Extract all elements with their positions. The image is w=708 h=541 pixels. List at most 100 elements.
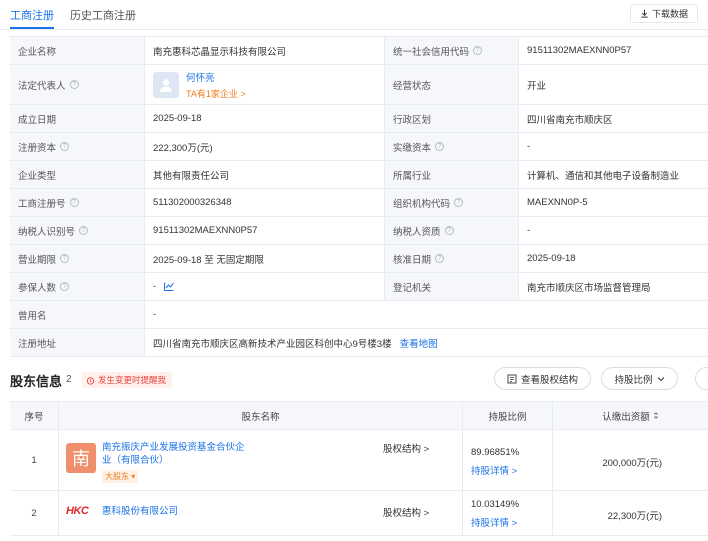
info-row: 曾用名 - (10, 301, 708, 329)
info-label: 纳税人资质? (384, 217, 518, 244)
table-row: 2 HKC 惠科股份有限公司 股权结构 > 10.03149% 持股详情 > 2… (10, 491, 708, 536)
business-info-table: 企业名称 南充惠科芯晶显示科技有限公司 统一社会信用代码? 91511302MA… (10, 36, 708, 357)
company-name-value: 南充惠科芯晶显示科技有限公司 (144, 37, 384, 64)
info-label-text: 法定代表人 (18, 80, 66, 92)
industry-value: 计算机、通信和其他电子设备制造业 (518, 161, 708, 188)
info-label: 行政区划 (384, 105, 518, 132)
info-row: 注册资本? 222,300万(元) 实缴资本? - (10, 133, 708, 161)
info-label-text: 纳税人资质 (393, 226, 441, 238)
taxpayer-id-value: 91511302MAEXNN0P57 (144, 217, 384, 244)
info-label: 实缴资本? (384, 133, 518, 160)
equity-structure-link[interactable]: 股权结构 > (383, 505, 429, 519)
major-shareholder-badge[interactable]: 大股东 ▾ (102, 470, 139, 483)
download-label: 下载数据 (651, 9, 688, 19)
business-term-value: 2025-09-18 至 无固定期限 (144, 245, 384, 272)
badge-label: 大股东 (105, 472, 129, 481)
info-row: 企业类型 其他有限责任公司 所属行业 计算机、通信和其他电子设备制造业 (10, 161, 708, 189)
shareholding-ratio-value: 89.96851% (471, 447, 520, 458)
info-label: 企业类型 (10, 161, 144, 188)
info-label-text: 统一社会信用代码 (393, 46, 470, 58)
trend-chart-icon[interactable] (164, 282, 175, 291)
avatar (153, 71, 179, 98)
help-icon[interactable]: ? (444, 226, 454, 235)
view-equity-structure-button[interactable]: 查看股权结构 (494, 367, 591, 390)
help-icon[interactable]: ? (435, 142, 445, 151)
help-icon[interactable]: ? (79, 226, 89, 235)
table-row: 1 南 南充振庆产业发展投资基金合伙企 业（有限合伙） 大股东 ▾ 股权结构 >… (10, 430, 708, 491)
info-label: 成立日期 (10, 105, 144, 132)
info-label-text: 参保人数 (18, 282, 57, 294)
info-label: 经营状态 (384, 65, 518, 104)
info-label: 纳税人识别号? (10, 217, 144, 244)
equity-structure-link[interactable]: 股权结构 > (383, 441, 429, 455)
info-label: 核准日期? (384, 245, 518, 272)
sort-icon (653, 412, 659, 419)
info-label: 注册地址 (10, 329, 144, 356)
legal-rep-cell: 何怀亮 TA有1家企业 > (144, 65, 384, 104)
info-label-text: 工商注册号 (18, 198, 66, 210)
help-icon[interactable]: ? (69, 80, 79, 89)
shareholding-ratio-value: 10.03149% (471, 499, 520, 510)
subscribed-capital-value: 22,300万(元) (607, 511, 662, 522)
info-label-text: 实缴资本 (393, 142, 432, 154)
tab-bar: 工商注册 历史工商注册 下载数据 (0, 0, 708, 30)
person-icon (160, 78, 172, 92)
registration-authority-value: 南充市顺庆区市场监督管理局 (518, 273, 708, 300)
help-icon[interactable]: ? (60, 254, 70, 263)
approval-date-value: 2025-09-18 (518, 245, 708, 272)
info-row: 参保人数? - 登记机关 南充市顺庆区市场监督管理局 (10, 273, 708, 301)
help-icon[interactable]: ? (60, 282, 70, 291)
info-row: 工商注册号? 511302000326348 组织机构代码? MAEXNN0P-… (10, 189, 708, 217)
shareholder-name-link[interactable]: 惠科股份有限公司 (102, 505, 178, 518)
help-icon[interactable]: ? (435, 254, 445, 263)
info-label: 登记机关 (384, 273, 518, 300)
taxpayer-qualification-value: - (518, 217, 708, 244)
change-alert-button[interactable]: 发生变更时提醒我 (82, 372, 173, 388)
tab-business-registration[interactable]: 工商注册 (10, 7, 54, 23)
org-code-value: MAEXNN0P-5 (518, 189, 708, 216)
holding-details-link[interactable]: 持股详情 > (471, 515, 517, 529)
change-alert-label: 发生变更时提醒我 (98, 375, 167, 385)
company-type-value: 其他有限责任公司 (144, 161, 384, 188)
info-label: 工商注册号? (10, 189, 144, 216)
holding-details-link[interactable]: 持股详情 > (471, 463, 517, 477)
help-icon[interactable]: ? (473, 46, 483, 55)
established-date-value: 2025-09-18 (144, 105, 384, 132)
info-label: 营业期限? (10, 245, 144, 272)
help-icon[interactable]: ? (454, 198, 464, 207)
column-header-label: 认缴出资额 (602, 411, 650, 423)
help-icon[interactable]: ? (69, 198, 79, 207)
view-map-link[interactable]: 查看地图 (400, 336, 438, 350)
info-label: 统一社会信用代码? (384, 37, 518, 64)
help-icon[interactable]: ? (60, 142, 70, 151)
column-header: 序号 (24, 411, 44, 423)
shareholder-table: 序号 股东名称 持股比例 认缴出资额 1 南 南充振庆产业发展投资基金合伙企 业… (10, 401, 708, 536)
info-label: 参保人数? (10, 273, 144, 300)
shareholder-count: 2 (66, 374, 72, 385)
shareholder-section-title: 股东信息 (10, 374, 63, 389)
registered-capital-value: 222,300万(元) (144, 133, 384, 160)
info-label-text: 组织机构代码 (393, 198, 451, 210)
download-data-button[interactable]: 下载数据 (630, 4, 698, 23)
column-header-sortable[interactable]: 认缴出资额 (552, 402, 708, 429)
shareholding-ratio-dropdown[interactable]: 持股比例 (601, 367, 678, 390)
shareholder-logo: HKC (66, 505, 89, 517)
ratio-cell (462, 430, 552, 490)
download-icon (641, 9, 648, 18)
address-cell: 四川省南充市顺庆区高新技术产业园区科创中心9号楼3楼 查看地图 (144, 329, 708, 356)
info-label: 组织机构代码? (384, 189, 518, 216)
business-status-value: 开业 (518, 65, 708, 104)
tab-history-registration[interactable]: 历史工商注册 (70, 7, 136, 23)
info-row: 注册地址 四川省南充市顺庆区高新技术产业园区科创中心9号楼3楼 查看地图 (10, 329, 708, 357)
legal-rep-companies-link[interactable]: TA有1家企业 > (186, 87, 246, 100)
info-label: 曾用名 (10, 301, 144, 328)
info-label-text: 纳税人识别号 (18, 226, 76, 238)
subscribed-capital-value: 200,000万(元) (602, 458, 662, 469)
credit-code-value: 91511302MAEXNN0P57 (518, 37, 708, 64)
more-filter-button[interactable] (695, 367, 708, 390)
shareholder-name-link[interactable]: 南充振庆产业发展投资基金合伙企 业（有限合伙） (102, 441, 245, 467)
info-label-text: 核准日期 (393, 254, 432, 266)
legal-rep-name[interactable]: 何怀亮 (186, 70, 246, 84)
former-name-value: - (144, 301, 708, 328)
insured-count-value: - (153, 281, 157, 292)
